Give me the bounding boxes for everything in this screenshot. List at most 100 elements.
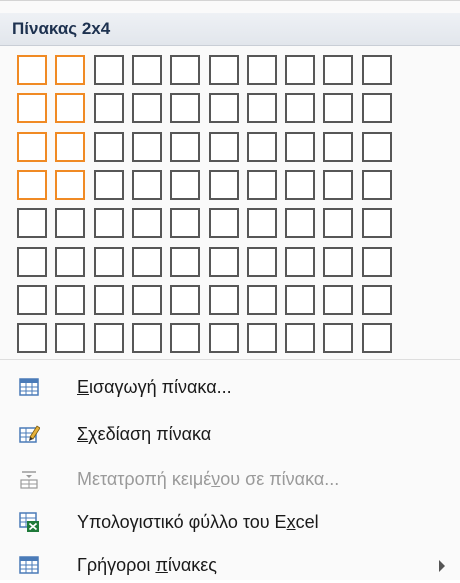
grid-cell[interactable] bbox=[170, 55, 200, 85]
grid-cell[interactable] bbox=[132, 247, 162, 277]
grid-cell[interactable] bbox=[247, 93, 277, 123]
grid-cell[interactable] bbox=[247, 132, 277, 162]
grid-cell[interactable] bbox=[209, 170, 239, 200]
grid-cell[interactable] bbox=[285, 247, 315, 277]
grid-cell[interactable] bbox=[55, 247, 85, 277]
grid-cell[interactable] bbox=[17, 170, 47, 200]
grid-cell[interactable] bbox=[323, 170, 353, 200]
grid-cell[interactable] bbox=[362, 55, 392, 85]
grid-cell[interactable] bbox=[94, 247, 124, 277]
excel-sheet-icon bbox=[19, 512, 39, 532]
grid-cell[interactable] bbox=[209, 93, 239, 123]
grid-cell[interactable] bbox=[94, 323, 124, 353]
grid-cell[interactable] bbox=[362, 93, 392, 123]
grid-cell[interactable] bbox=[170, 170, 200, 200]
draw-table-label: Σχεδίαση πίνακα bbox=[77, 424, 212, 444]
grid-cell[interactable] bbox=[132, 93, 162, 123]
grid-cell[interactable] bbox=[362, 323, 392, 353]
draw-table-icon bbox=[19, 425, 40, 443]
grid-cell[interactable] bbox=[55, 208, 85, 238]
grid-cell[interactable] bbox=[362, 170, 392, 200]
grid-cell[interactable] bbox=[247, 285, 277, 315]
grid-cell[interactable] bbox=[94, 208, 124, 238]
grid-cell[interactable] bbox=[132, 323, 162, 353]
grid-cell[interactable] bbox=[209, 285, 239, 315]
grid-cell[interactable] bbox=[55, 323, 85, 353]
grid-cell[interactable] bbox=[17, 93, 47, 123]
convert-text-label: Μετατροπή κειμένου σε πίνακα... bbox=[77, 469, 340, 489]
grid-cell[interactable] bbox=[17, 55, 47, 85]
grid-cell[interactable] bbox=[285, 170, 315, 200]
quick-tables-icon bbox=[19, 556, 39, 574]
grid-cell[interactable] bbox=[362, 247, 392, 277]
grid-cell[interactable] bbox=[94, 55, 124, 85]
menu-header: Πίνακας 2x4 bbox=[0, 13, 460, 46]
grid-cell[interactable] bbox=[323, 247, 353, 277]
separator bbox=[0, 359, 460, 360]
grid-cell[interactable] bbox=[170, 132, 200, 162]
grid-cell[interactable] bbox=[132, 170, 162, 200]
grid-cell[interactable] bbox=[170, 208, 200, 238]
grid-cell[interactable] bbox=[132, 132, 162, 162]
grid-cell[interactable] bbox=[17, 323, 47, 353]
grid-cell[interactable] bbox=[132, 55, 162, 85]
grid-cell[interactable] bbox=[285, 208, 315, 238]
grid-cell[interactable] bbox=[209, 132, 239, 162]
excel-spreadsheet-item[interactable]: Υπολογιστικό φύλλο του Excel bbox=[0, 504, 460, 540]
grid-cell[interactable] bbox=[247, 247, 277, 277]
grid-cell[interactable] bbox=[94, 93, 124, 123]
grid-cell[interactable] bbox=[323, 285, 353, 315]
grid-cell[interactable] bbox=[362, 132, 392, 162]
grid-cell[interactable] bbox=[285, 93, 315, 123]
grid-cell[interactable] bbox=[247, 208, 277, 238]
grid-cell[interactable] bbox=[285, 323, 315, 353]
insert-table-item[interactable]: Εισαγωγή πίνακα... bbox=[0, 369, 460, 405]
grid-size-title: Πίνακας 2x4 bbox=[12, 19, 111, 38]
grid-cell[interactable] bbox=[209, 208, 239, 238]
grid-cell[interactable] bbox=[55, 132, 85, 162]
grid-cell[interactable] bbox=[362, 285, 392, 315]
grid-cell[interactable] bbox=[362, 208, 392, 238]
grid-cell[interactable] bbox=[285, 55, 315, 85]
quick-tables-item[interactable]: Γρήγοροι πίνακες bbox=[0, 547, 460, 583]
grid-cell[interactable] bbox=[209, 247, 239, 277]
convert-text-icon bbox=[20, 471, 38, 489]
insert-table-label: Εισαγωγή πίνακα... bbox=[77, 377, 232, 397]
grid-cell[interactable] bbox=[323, 93, 353, 123]
quick-tables-label: Γρήγοροι πίνακες bbox=[77, 555, 217, 575]
insert-table-menu: Πίνακας 2x4 Εισαγωγή πίνακα... Σχεδίαση … bbox=[0, 0, 460, 580]
grid-cell[interactable] bbox=[17, 285, 47, 315]
grid-cell[interactable] bbox=[323, 323, 353, 353]
grid-cell[interactable] bbox=[55, 285, 85, 315]
grid-cell[interactable] bbox=[323, 208, 353, 238]
grid-cell[interactable] bbox=[55, 55, 85, 85]
grid-cell[interactable] bbox=[285, 285, 315, 315]
grid-cell[interactable] bbox=[17, 208, 47, 238]
grid-cell[interactable] bbox=[94, 132, 124, 162]
grid-cell[interactable] bbox=[285, 132, 315, 162]
grid-cell[interactable] bbox=[170, 323, 200, 353]
insert-table-icon bbox=[19, 378, 39, 396]
grid-cell[interactable] bbox=[55, 93, 85, 123]
grid-cell[interactable] bbox=[17, 132, 47, 162]
grid-cell[interactable] bbox=[17, 247, 47, 277]
grid-cell[interactable] bbox=[132, 208, 162, 238]
grid-cell[interactable] bbox=[170, 285, 200, 315]
grid-cell[interactable] bbox=[94, 285, 124, 315]
grid-cell[interactable] bbox=[170, 247, 200, 277]
grid-cell[interactable] bbox=[247, 170, 277, 200]
grid-cell[interactable] bbox=[323, 132, 353, 162]
submenu-arrow-icon bbox=[439, 560, 445, 572]
grid-cell[interactable] bbox=[247, 323, 277, 353]
grid-cell[interactable] bbox=[209, 55, 239, 85]
grid-cell[interactable] bbox=[247, 55, 277, 85]
grid-cell[interactable] bbox=[209, 323, 239, 353]
grid-cell[interactable] bbox=[94, 170, 124, 200]
draw-table-item[interactable]: Σχεδίαση πίνακα bbox=[0, 416, 460, 452]
convert-text-to-table-item[interactable]: Μετατροπή κειμένου σε πίνακα... bbox=[0, 461, 460, 497]
grid-cell[interactable] bbox=[55, 170, 85, 200]
excel-spreadsheet-label: Υπολογιστικό φύλλο του Excel bbox=[77, 512, 319, 532]
grid-cell[interactable] bbox=[323, 55, 353, 85]
grid-cell[interactable] bbox=[132, 285, 162, 315]
grid-cell[interactable] bbox=[170, 93, 200, 123]
